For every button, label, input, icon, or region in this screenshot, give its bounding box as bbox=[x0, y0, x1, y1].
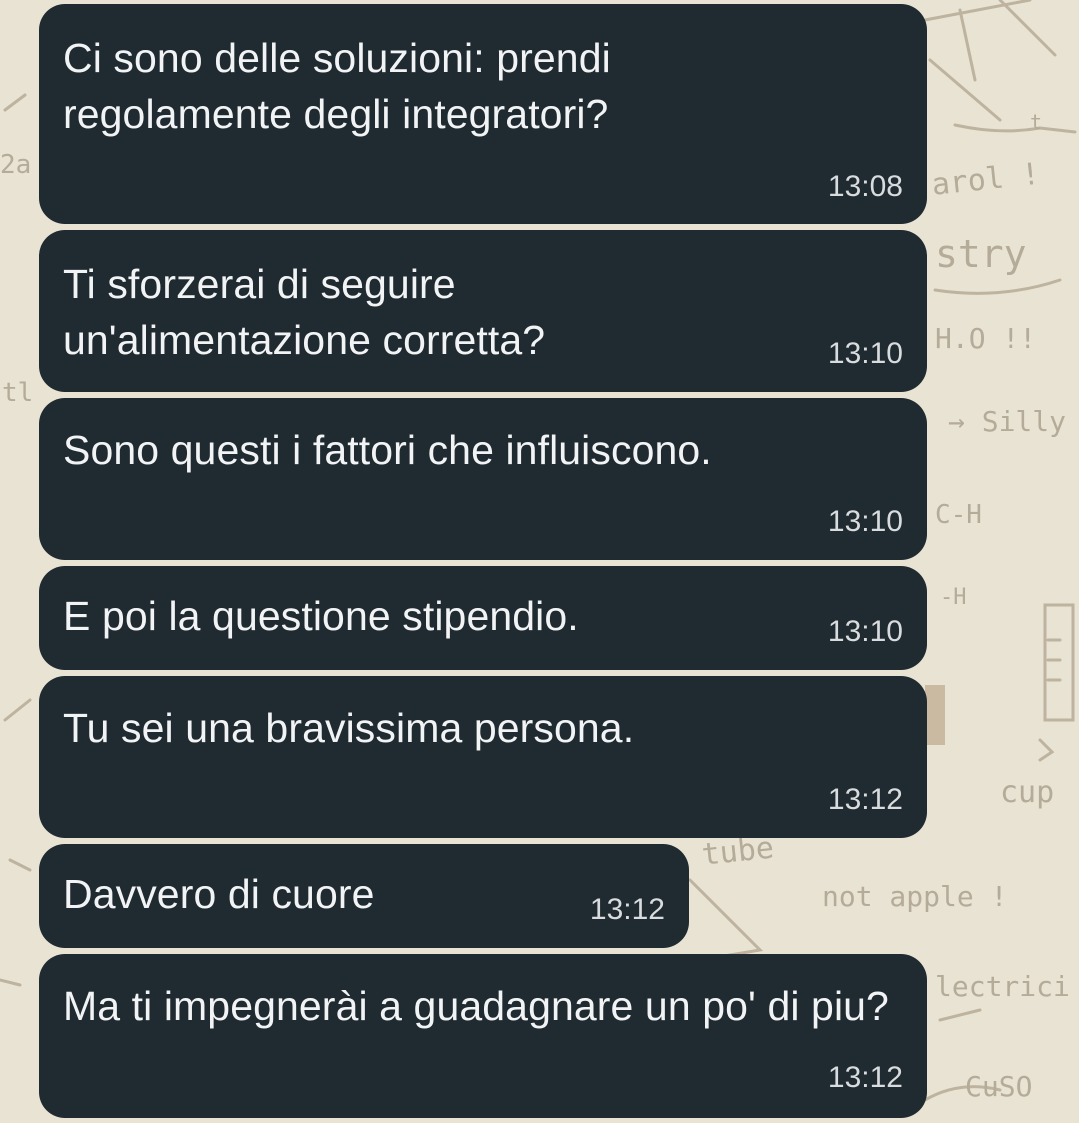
message-bubble[interactable]: Ti sforzerai di seguire un'alimentazione… bbox=[39, 230, 927, 392]
message-text: Sono questi i fattori che influiscono. bbox=[63, 427, 712, 473]
message-bubble[interactable]: Ci sono delle soluzioni: prendi regolame… bbox=[39, 4, 927, 224]
message-timestamp: 13:10 bbox=[827, 337, 903, 370]
message-timestamp: 13:10 bbox=[827, 505, 903, 538]
message-text: Tu sei una bravissima persona. bbox=[63, 705, 635, 751]
message-list[interactable]: Ci sono delle soluzioni: prendi regolame… bbox=[0, 0, 1079, 1118]
message-timestamp: 13:12 bbox=[827, 783, 903, 816]
message-timestamp: 13:10 bbox=[827, 615, 903, 648]
message-bubble[interactable]: Ma ti impegnerài a guadagnare un po' di … bbox=[39, 954, 927, 1118]
message-text: Ti sforzerai di seguire un'alimentazione… bbox=[63, 261, 546, 363]
message-bubble[interactable]: E poi la questione stipendio. 13:10 bbox=[39, 566, 927, 670]
message-text: E poi la questione stipendio. bbox=[63, 593, 579, 639]
message-text: Ma ti impegnerài a guadagnare un po' di … bbox=[63, 983, 889, 1029]
message-timestamp: 13:12 bbox=[827, 1061, 903, 1094]
message-timestamp: 13:08 bbox=[827, 170, 903, 203]
message-text: Davvero di cuore bbox=[63, 871, 375, 917]
message-timestamp: 13:12 bbox=[589, 893, 665, 926]
message-bubble[interactable]: Sono questi i fattori che influiscono. 1… bbox=[39, 398, 927, 560]
message-text: Ci sono delle soluzioni: prendi regolame… bbox=[63, 35, 611, 137]
message-bubble[interactable]: Davvero di cuore 13:12 bbox=[39, 844, 689, 948]
message-bubble[interactable]: Tu sei una bravissima persona. 13:12 bbox=[39, 676, 927, 838]
